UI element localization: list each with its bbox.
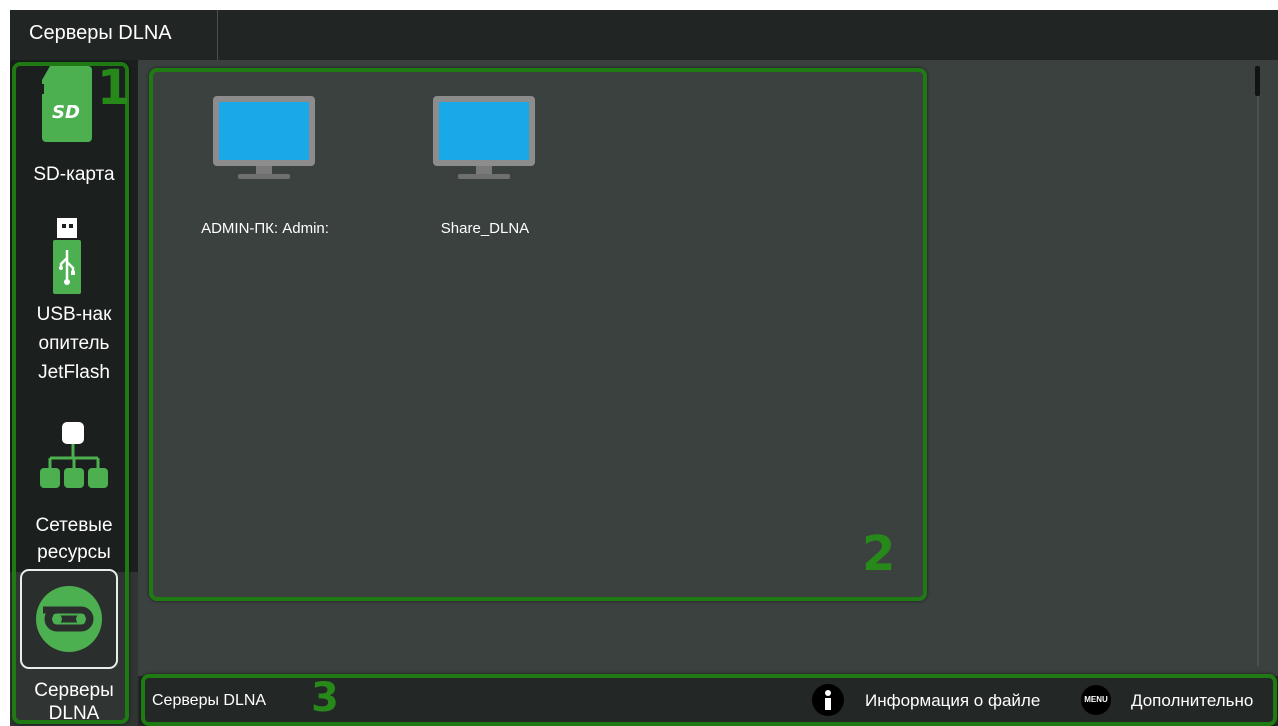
info-icon[interactable] [812, 684, 844, 716]
sd-card-icon: SD [40, 66, 92, 142]
sidebar-item-label: DLNA [48, 703, 100, 724]
server-name: Share_DLNA [440, 220, 530, 237]
bottom-bar: Серверы DLNA Информация о файле MENU Доп… [138, 676, 1278, 726]
sidebar-item-label: USB-нак [36, 304, 112, 325]
title-bar: Серверы DLNA [10, 10, 1278, 60]
sidebar-item-label: JetFlash [38, 362, 110, 383]
page-title: Серверы DLNA [29, 22, 172, 44]
server-item-share-dlna[interactable]: Share_DLNA [400, 68, 570, 237]
sidebar-item-label: Сетевые [35, 515, 113, 536]
server-grid: ADMIN-ПК: Admin: Share_DLNA [138, 60, 1278, 676]
source-sidebar: SD SD-карта USB-нак опитель JetFlash Сет… [10, 60, 138, 726]
scrollbar-track[interactable] [1257, 68, 1259, 666]
menu-key-icon[interactable]: MENU [1081, 685, 1111, 715]
more-options-label[interactable]: Дополнительно [1131, 691, 1253, 711]
network-icon [40, 422, 108, 488]
annotation-number-3: 3 [311, 675, 339, 721]
title-tab: Серверы DLNA [10, 10, 218, 60]
sidebar-item-label: опитель [38, 333, 110, 354]
monitor-icon [213, 96, 315, 179]
svg-text:SD: SD [52, 102, 80, 123]
tv-screen: Серверы DLNA SD SD-карта USB-нак опитель… [10, 10, 1278, 726]
sidebar-item-label: Серверы [34, 680, 114, 701]
annotation-number-2: 2 [862, 526, 896, 582]
sidebar-item-label: ресурсы [37, 542, 111, 563]
sidebar-item-network[interactable]: Сетевые ресурсы [10, 410, 138, 570]
server-name: ADMIN-ПК: Admin: [201, 220, 329, 237]
sidebar-item-usb[interactable]: USB-нак опитель JetFlash [10, 200, 138, 410]
scrollbar-thumb[interactable] [1255, 66, 1260, 96]
sidebar-item-label: SD-карта [33, 164, 115, 185]
monitor-icon [433, 96, 535, 179]
server-item-admin-pc[interactable]: ADMIN-ПК: Admin: [180, 68, 350, 237]
dlna-icon [36, 586, 102, 652]
sidebar-item-dlna-selected[interactable] [20, 569, 118, 669]
annotation-number-1: 1 [97, 60, 131, 116]
file-info-label[interactable]: Информация о файле [865, 691, 1040, 711]
usb-drive-icon [53, 218, 81, 294]
bottom-bar-title: Серверы DLNA [152, 692, 267, 709]
